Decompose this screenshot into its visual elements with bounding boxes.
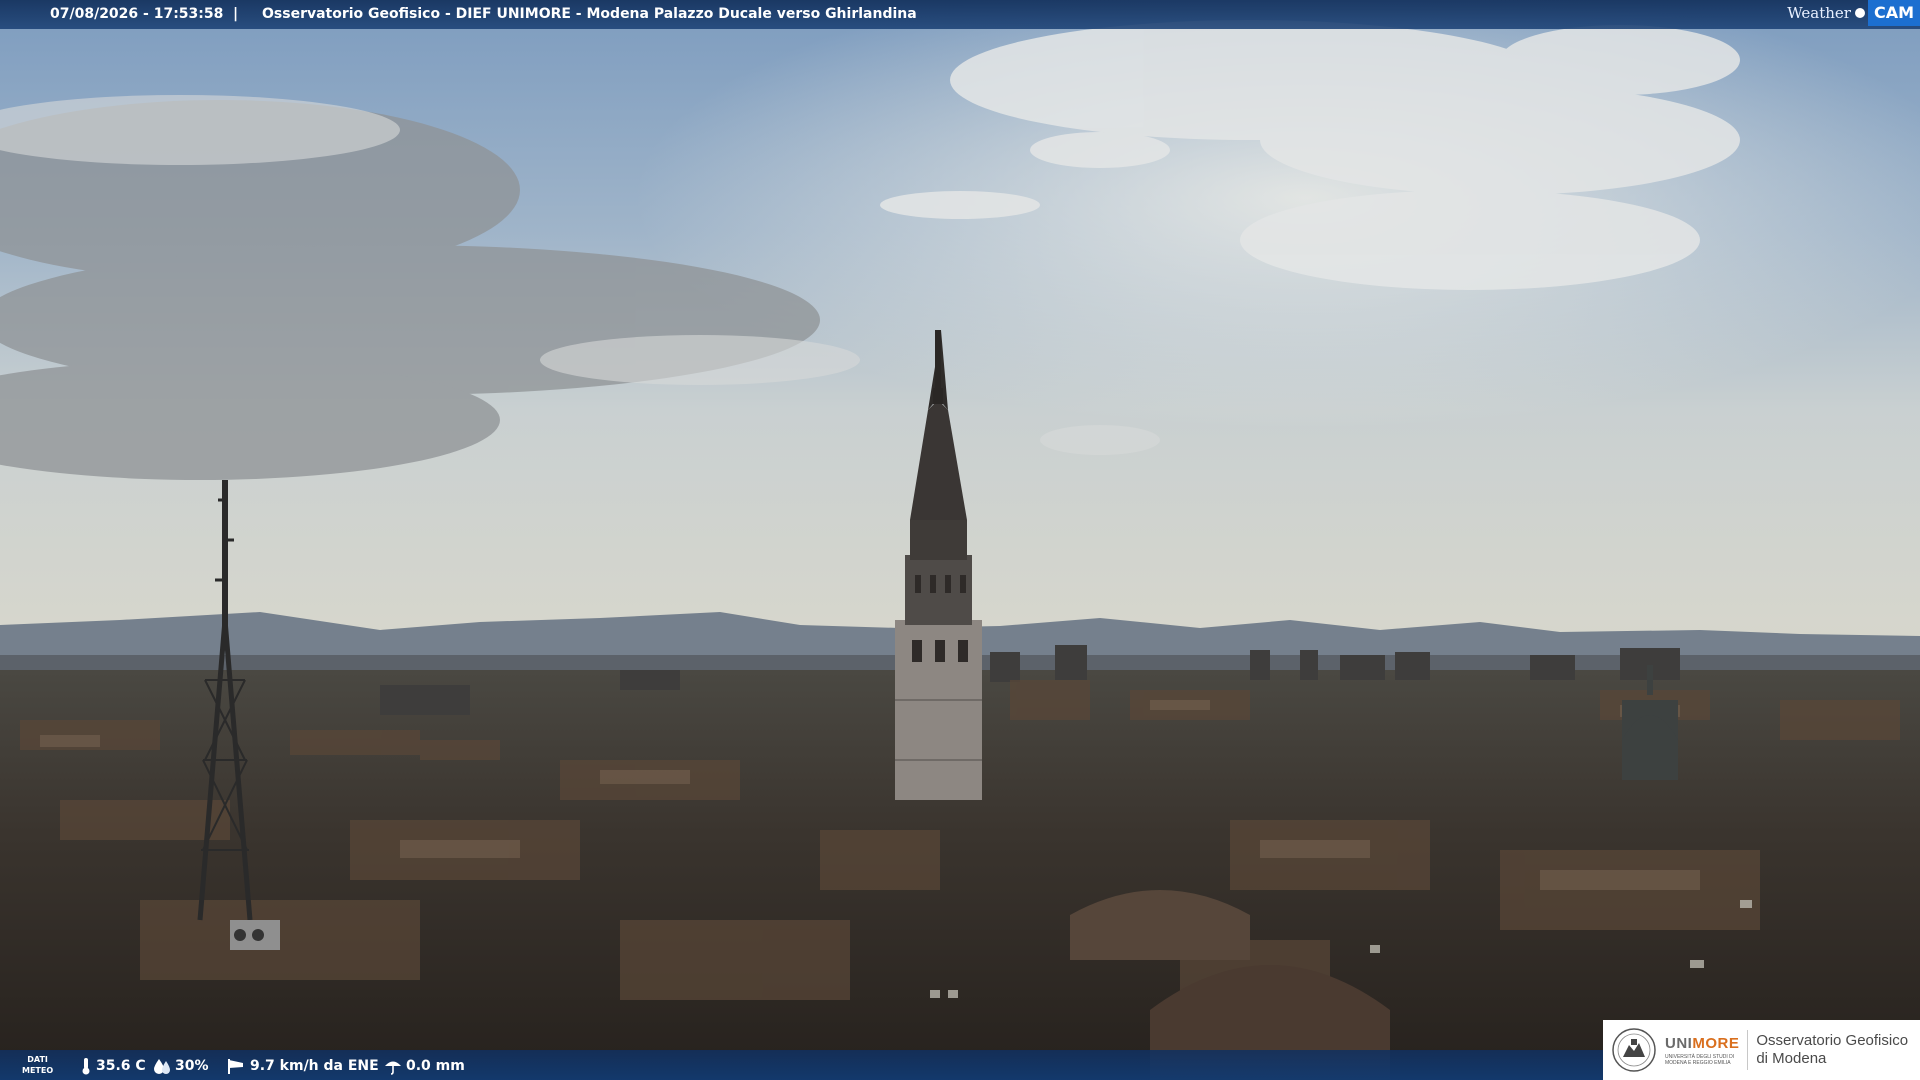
weathercam-logo: Weather CAM bbox=[1787, 0, 1920, 26]
umbrella-icon bbox=[385, 1061, 401, 1075]
rain-value: 0.0 mm bbox=[406, 1058, 465, 1074]
webcam-image bbox=[0, 0, 1920, 1080]
weathercam-logo-word: Weather bbox=[1787, 4, 1851, 22]
meteo-label: DATI METEO bbox=[22, 1054, 53, 1076]
thermometer-icon bbox=[82, 1058, 90, 1075]
meteo-label-line1: DATI bbox=[27, 1055, 48, 1064]
temperature-reading: 35.6 C bbox=[80, 1057, 146, 1075]
unimore-name: UNIMORE bbox=[1665, 1034, 1740, 1052]
humidity-reading: 30% bbox=[153, 1057, 209, 1075]
observatory-line2: di Modena bbox=[1756, 1050, 1827, 1067]
temperature-value: 35.6 C bbox=[96, 1058, 146, 1074]
observatory-line1: Osservatorio Geofisico bbox=[1756, 1032, 1909, 1049]
observatory-name: Osservatorio Geofisico di Modena bbox=[1756, 1032, 1908, 1068]
weathercam-logo-cam: CAM bbox=[1867, 0, 1920, 26]
timestamp: 07/08/2026 - 17:53:58 bbox=[50, 6, 224, 22]
wind-value: 9.7 km/h da ENE bbox=[250, 1058, 379, 1074]
wind-sock-icon bbox=[228, 1059, 243, 1074]
humidity-value: 30% bbox=[175, 1058, 209, 1074]
unimore-seal-icon bbox=[1612, 1028, 1656, 1072]
weathercam-logo-dot bbox=[1854, 8, 1865, 18]
unimore-logo: UNIMORE UNIVERSITÀ DEGLI STUDI DI MODENA… bbox=[1603, 1020, 1920, 1080]
unimore-brand: UNIMORE UNIVERSITÀ DEGLI STUDI DI MODENA… bbox=[1665, 1035, 1739, 1066]
rain-reading: 0.0 mm bbox=[384, 1057, 465, 1075]
webcam-title-bar: 07/08/2026 - 17:53:58 | Osservatorio Geo… bbox=[0, 0, 1920, 29]
humidity-drop-icon bbox=[154, 1059, 170, 1074]
title-separator: | bbox=[233, 6, 239, 22]
meteo-label-line2: METEO bbox=[22, 1066, 54, 1075]
unimore-subtitle: UNIVERSITÀ DEGLI STUDI DI MODENA E REGGI… bbox=[1665, 1053, 1735, 1066]
wind-reading: 9.7 km/h da ENE bbox=[226, 1057, 379, 1075]
logo-divider bbox=[1747, 1030, 1749, 1070]
camera-title: Osservatorio Geofisico - DIEF UNIMORE - … bbox=[262, 6, 917, 22]
webcam-view: 07/08/2026 - 17:53:58 | Osservatorio Geo… bbox=[0, 0, 1920, 1080]
